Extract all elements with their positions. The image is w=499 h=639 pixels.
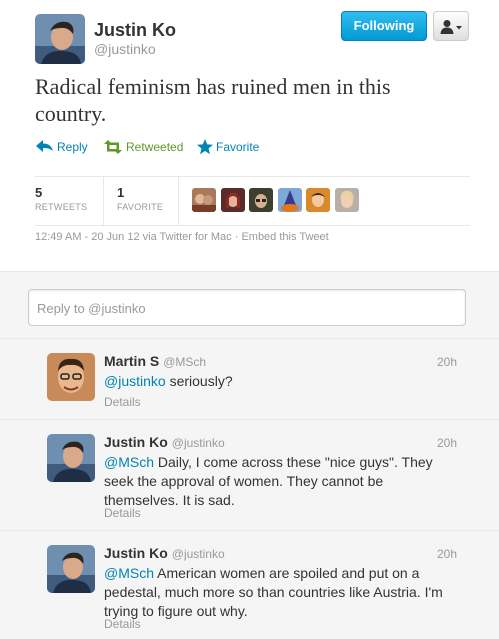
author-avatar[interactable]: [35, 14, 85, 64]
stats-divider: [178, 177, 179, 226]
retweets-count: 5: [35, 185, 43, 200]
stats-divider: [103, 177, 104, 226]
mention-link[interactable]: @justinko: [104, 373, 166, 389]
author-username[interactable]: @justinko: [94, 41, 156, 57]
retweets-stat[interactable]: 5 RETWEETS: [35, 185, 87, 212]
reply-time[interactable]: 20h: [437, 355, 457, 369]
user-dropdown-button[interactable]: [433, 11, 469, 41]
reply-tweet[interactable]: Justin Ko @justinko 20h @MSch American wo…: [0, 531, 499, 639]
favorites-stat[interactable]: 1 FAVORITE: [117, 185, 163, 212]
favorites-count: 1: [117, 185, 125, 200]
reply-time[interactable]: 20h: [437, 436, 457, 450]
reply-username[interactable]: @justinko: [172, 436, 225, 450]
retweeter-avatar[interactable]: [306, 188, 330, 212]
reply-tweet[interactable]: Justin Ko @justinko 20h @MSch Daily, I co…: [0, 420, 499, 531]
reply-body: American women are spoiled and put on a …: [104, 565, 443, 619]
reply-text: @justinko seriously?: [104, 372, 454, 391]
retweeter-avatar[interactable]: [335, 188, 359, 212]
reply-username[interactable]: @MSch: [163, 355, 206, 369]
details-link[interactable]: Details: [104, 395, 141, 409]
following-button[interactable]: Following: [341, 11, 427, 41]
retweeter-avatar[interactable]: [249, 188, 273, 212]
user-dropdown-icon: [440, 20, 462, 34]
tweet-stats: 5 RETWEETS 1 FAVORITE: [35, 176, 470, 226]
reply-text: @MSch American women are spoiled and put…: [104, 564, 454, 621]
retweeter-avatar[interactable]: [192, 188, 216, 212]
retweets-label: RETWEETS: [35, 202, 88, 212]
reply-arrow-icon: [36, 140, 53, 152]
reply-author[interactable]: Martin S @MSch: [104, 353, 206, 369]
reply-fullname[interactable]: Justin Ko: [104, 434, 168, 450]
reply-text: @MSch Daily, I come across these "nice g…: [104, 453, 454, 510]
tweet-permalink: Justin Ko @justinko Following Radical fe…: [0, 0, 499, 272]
reply-body: seriously?: [165, 373, 233, 389]
tweet-text: Radical feminism has ruined men in this …: [35, 74, 391, 126]
retweeter-avatar[interactable]: [278, 188, 302, 212]
reply-avatar[interactable]: [47, 434, 95, 482]
reply-avatar[interactable]: [47, 545, 95, 593]
retweeter-avatar[interactable]: [221, 188, 245, 212]
mention-link[interactable]: @MSch: [104, 565, 154, 581]
reply-area: Reply to @justinko: [0, 272, 499, 339]
reply-fullname[interactable]: Justin Ko: [104, 545, 168, 561]
retweet-icon: [104, 140, 122, 154]
favorites-label: FAVORITE: [117, 202, 164, 212]
favorite-star-icon: [197, 139, 213, 155]
author-fullname[interactable]: Justin Ko: [94, 20, 176, 41]
reply-body: Daily, I come across these "nice guys". …: [104, 454, 433, 508]
reply-tweet[interactable]: Martin S @MSch 20h @justinko seriously? D…: [0, 339, 499, 420]
reply-username[interactable]: @justinko: [172, 547, 225, 561]
tweet-timestamp[interactable]: 12:49 AM - 20 Jun 12 via Twitter for Mac…: [35, 231, 329, 243]
reply-input[interactable]: Reply to @justinko: [28, 289, 466, 326]
reply-author[interactable]: Justin Ko @justinko: [104, 434, 225, 450]
favorite-label: Favorite: [216, 140, 260, 154]
reply-time[interactable]: 20h: [437, 547, 457, 561]
mention-link[interactable]: @MSch: [104, 454, 154, 470]
reply-avatar[interactable]: [47, 353, 95, 401]
retweeted-label: Retweeted: [126, 140, 184, 154]
details-link[interactable]: Details: [104, 617, 141, 631]
reply-author[interactable]: Justin Ko @justinko: [104, 545, 225, 561]
reply-label: Reply: [57, 140, 88, 154]
reply-fullname[interactable]: Martin S: [104, 353, 159, 369]
details-link[interactable]: Details: [104, 506, 141, 520]
